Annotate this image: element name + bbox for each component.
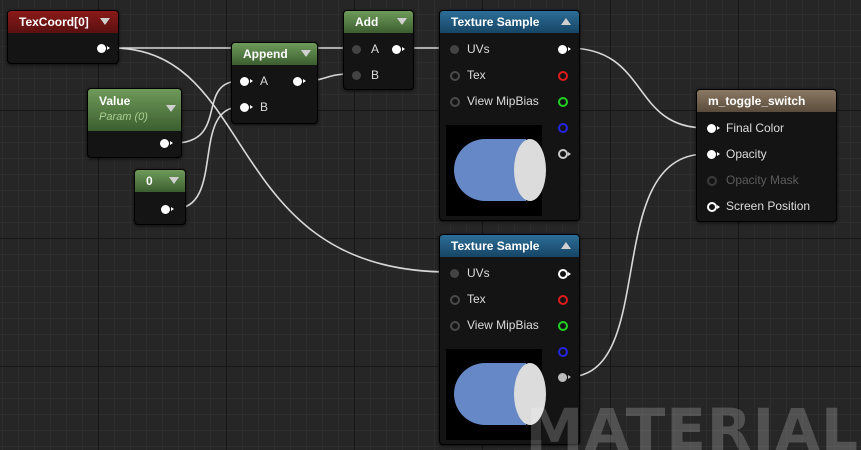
- texture-sample-2-uvs-label: UVs: [467, 266, 490, 280]
- texture-sample-1-mipbias-pin[interactable]: [450, 97, 460, 107]
- collapse-chevron-icon[interactable]: [166, 105, 176, 112]
- append-output-pin[interactable]: [293, 77, 306, 86]
- texture-sample-2-title: Texture Sample: [451, 239, 540, 253]
- wire-texture2-alpha-to-opacity: [567, 153, 707, 378]
- texture-sample-2-tex-label: Tex: [467, 292, 486, 306]
- texture-sample-1-uvs-label: UVs: [467, 42, 490, 56]
- constant-zero-output-pin[interactable]: [161, 205, 174, 214]
- constant-zero-node-header[interactable]: 0: [135, 170, 185, 192]
- texture-sample-1-tex-pin[interactable]: [450, 71, 460, 81]
- collapse-chevron-icon[interactable]: [397, 18, 407, 25]
- wire-texture1-rgb-to-final-color: [567, 47, 707, 129]
- add-input-b-pin[interactable]: [352, 71, 361, 80]
- value-output-pin[interactable]: [160, 139, 173, 148]
- collapse-chevron-icon[interactable]: [100, 18, 110, 25]
- texture-sample-1-a-output-pin[interactable]: [558, 149, 571, 159]
- append-input-a-pin[interactable]: [240, 77, 253, 86]
- texture-sample-1-r-output-pin[interactable]: [558, 71, 568, 81]
- add-input-a-pin[interactable]: [352, 45, 361, 54]
- opacity-label: Opacity: [726, 147, 767, 161]
- material-graph-canvas[interactable]: TexCoord[0] Value Param (0) 0 Append A B: [0, 0, 861, 450]
- texture-sample-1-mipbias-label: View MipBias: [467, 94, 539, 108]
- value-param-node-title: Value: [99, 94, 131, 108]
- texture-sample-2-g-output-pin[interactable]: [558, 321, 568, 331]
- material-result-node-header[interactable]: m_toggle_switch: [697, 90, 836, 112]
- texture-sample-1-tex-label: Tex: [467, 68, 486, 82]
- append-node[interactable]: Append A B: [231, 42, 318, 124]
- texture-sample-1-header[interactable]: Texture Sample: [440, 11, 579, 33]
- opacity-input-pin[interactable]: [707, 150, 720, 159]
- collapse-chevron-icon[interactable]: [561, 242, 571, 249]
- append-input-b-pin[interactable]: [240, 103, 253, 112]
- texture-sample-2-mipbias-pin[interactable]: [450, 321, 460, 331]
- final-color-label: Final Color: [726, 121, 785, 135]
- texture-sample-1-b-output-pin[interactable]: [558, 123, 568, 133]
- material-watermark: MATERIAL: [525, 396, 859, 450]
- value-param-node-subtitle: Param (0): [99, 111, 148, 123]
- add-node-header[interactable]: Add: [344, 11, 413, 33]
- texture-sample-1-g-output-pin[interactable]: [558, 97, 568, 107]
- add-input-b-label: B: [371, 68, 380, 82]
- add-output-pin[interactable]: [392, 45, 405, 54]
- texture-sample-1-title: Texture Sample: [451, 15, 540, 29]
- add-node[interactable]: Add A B: [343, 10, 414, 90]
- texture-sample-2-a-output-pin[interactable]: [558, 373, 571, 382]
- append-node-title: Append: [243, 47, 288, 61]
- material-result-node[interactable]: m_toggle_switch Final Color Opacity Opac…: [696, 89, 837, 222]
- texture-sample-2-b-output-pin[interactable]: [558, 347, 568, 357]
- value-param-node[interactable]: Value Param (0): [87, 88, 182, 158]
- texture-sample-1-preview: [446, 125, 546, 216]
- value-param-node-header[interactable]: Value Param (0): [88, 89, 181, 131]
- texcoord-node-title: TexCoord[0]: [19, 15, 89, 29]
- add-node-title: Add: [355, 15, 379, 29]
- texture-sample-1-uvs-pin[interactable]: [450, 45, 459, 54]
- opacity-mask-input-pin: [707, 176, 717, 186]
- material-result-node-title: m_toggle_switch: [708, 94, 806, 108]
- append-input-b-label: B: [260, 100, 269, 114]
- texture-sample-2-uvs-pin[interactable]: [450, 269, 459, 278]
- append-input-a-label: A: [260, 74, 269, 88]
- append-node-header[interactable]: Append: [232, 43, 317, 65]
- opacity-mask-label: Opacity Mask: [726, 173, 799, 187]
- screen-position-label: Screen Position: [726, 199, 811, 213]
- constant-zero-node-title: 0: [146, 174, 153, 188]
- texture-sample-2-tex-pin[interactable]: [450, 295, 460, 305]
- constant-zero-node[interactable]: 0: [134, 169, 186, 225]
- collapse-chevron-icon[interactable]: [169, 177, 179, 184]
- texture-sample-node-1[interactable]: Texture Sample UVs Tex View MipBias: [439, 10, 580, 221]
- collapse-chevron-icon[interactable]: [561, 18, 571, 25]
- add-input-a-label: A: [371, 42, 380, 56]
- cylinder-preview-icon: [454, 139, 546, 201]
- texture-sample-2-r-output-pin[interactable]: [558, 295, 568, 305]
- texture-sample-2-rgb-output-pin[interactable]: [558, 269, 571, 279]
- texture-sample-2-mipbias-label: View MipBias: [467, 318, 539, 332]
- texcoord-node[interactable]: TexCoord[0]: [7, 10, 119, 64]
- collapse-chevron-icon[interactable]: [301, 50, 311, 57]
- texture-sample-2-header[interactable]: Texture Sample: [440, 235, 579, 257]
- texture-sample-1-rgb-output-pin[interactable]: [558, 45, 571, 54]
- final-color-input-pin[interactable]: [707, 124, 720, 133]
- texcoord-output-pin[interactable]: [97, 44, 110, 53]
- texcoord-node-header[interactable]: TexCoord[0]: [8, 11, 118, 33]
- wire-layer: [111, 47, 707, 378]
- screen-position-input-pin[interactable]: [707, 202, 720, 212]
